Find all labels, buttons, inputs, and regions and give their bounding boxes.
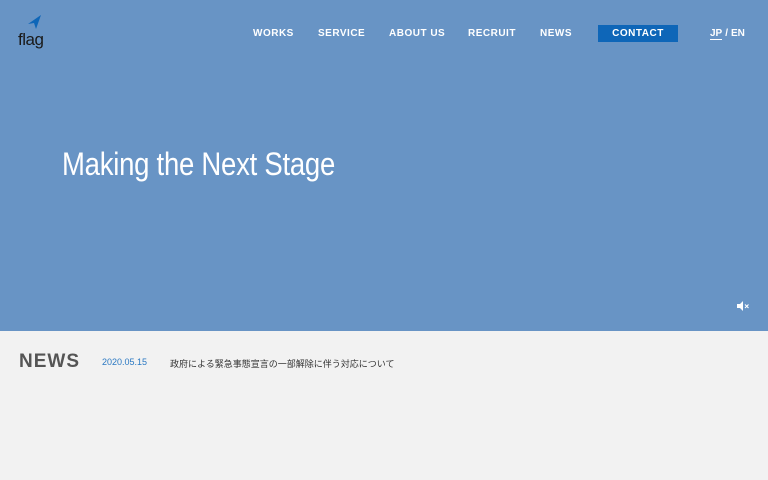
nav-item-service[interactable]: SERVICE <box>318 26 365 42</box>
nav-item-news[interactable]: NEWS <box>540 26 572 42</box>
news-item-link[interactable]: 政府による緊急事態宣言の一部解除に伴う対応について <box>170 357 394 370</box>
news-item-date: 2020.05.15 <box>102 357 148 367</box>
news-heading: NEWS <box>19 351 80 372</box>
nav-item-recruit[interactable]: RECRUIT <box>468 26 516 42</box>
lang-en-link[interactable]: EN <box>731 28 745 39</box>
nav-item-about-us[interactable]: ABOUT US <box>389 26 445 42</box>
lang-jp-link[interactable]: JP <box>710 28 723 40</box>
hero-title: Making the Next Stage <box>62 146 335 182</box>
lang-separator: / <box>725 28 729 39</box>
language-switcher: JP / EN <box>710 26 745 42</box>
contact-button[interactable]: CONTACT <box>598 25 678 42</box>
speaker-muted-icon[interactable] <box>736 300 750 312</box>
nav-item-works[interactable]: WORKS <box>253 26 294 42</box>
hero-section: flag WORKS SERVICE ABOUT US RECRUIT NEWS… <box>0 0 768 331</box>
